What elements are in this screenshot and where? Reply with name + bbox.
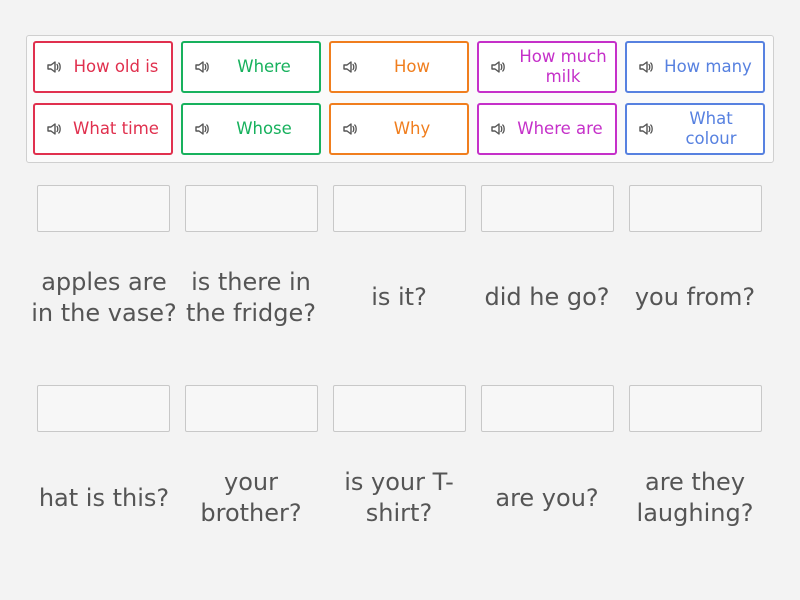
phrase: is there in the fridge?	[186, 267, 316, 327]
tile-how[interactable]: How	[329, 41, 469, 93]
drop-slot[interactable]	[629, 185, 762, 232]
tile-label: Whose	[236, 119, 292, 138]
speaker-icon[interactable]	[337, 59, 363, 75]
drop-slot[interactable]	[333, 185, 466, 232]
tile-how-many[interactable]: How many	[625, 41, 765, 93]
tile-what-colour[interactable]: What colour	[625, 103, 765, 155]
drop-slot[interactable]	[333, 385, 466, 432]
phrase: you from?	[634, 283, 756, 311]
phrase: hat is this?	[38, 483, 170, 512]
speaker-icon[interactable]	[41, 121, 67, 137]
tile-where[interactable]: Where	[181, 41, 321, 93]
speaker-icon[interactable]	[41, 59, 67, 75]
phrase: your brother?	[200, 468, 302, 527]
tile-label: How many	[664, 57, 752, 76]
tile-label: Why	[393, 119, 431, 138]
tile-label: What time	[73, 119, 159, 138]
speaker-icon[interactable]	[485, 59, 511, 75]
tile-whose[interactable]: Whose	[181, 103, 321, 155]
drop-slot[interactable]	[185, 185, 318, 232]
speaker-icon[interactable]	[337, 121, 363, 137]
speaker-icon[interactable]	[633, 59, 659, 75]
speaker-icon[interactable]	[189, 121, 215, 137]
drop-slot[interactable]	[481, 185, 614, 232]
tile-why[interactable]: Why	[329, 103, 469, 155]
speaker-icon[interactable]	[189, 59, 215, 75]
phrase: are you?	[495, 483, 599, 512]
tile-label: Where	[237, 57, 291, 76]
tile-label: What colour	[685, 109, 737, 148]
tile-what-time[interactable]: What time	[33, 103, 173, 155]
tile-label: How much milk	[519, 47, 607, 86]
drop-slot[interactable]	[185, 385, 318, 432]
drop-slot[interactable]	[37, 385, 170, 432]
speaker-icon[interactable]	[485, 121, 511, 137]
tile-label: How	[394, 57, 430, 76]
drop-slot[interactable]	[481, 385, 614, 432]
tile-where-are[interactable]: Where are	[477, 103, 617, 155]
tile-how-old-is[interactable]: How old is	[33, 41, 173, 93]
phrase: is your T-shirt?	[344, 468, 454, 527]
phrase: is it?	[371, 283, 427, 311]
phrase: apples are in the vase?	[31, 267, 177, 327]
tile-label: How old is	[73, 57, 159, 76]
tile-how-much-milk[interactable]: How much milk	[477, 41, 617, 93]
drop-slot[interactable]	[37, 185, 170, 232]
phrase: did he go?	[484, 283, 610, 311]
speaker-icon[interactable]	[633, 121, 659, 137]
phrase: are they laughing?	[636, 468, 754, 527]
drop-slot[interactable]	[629, 385, 762, 432]
tile-label: Where are	[517, 119, 603, 138]
